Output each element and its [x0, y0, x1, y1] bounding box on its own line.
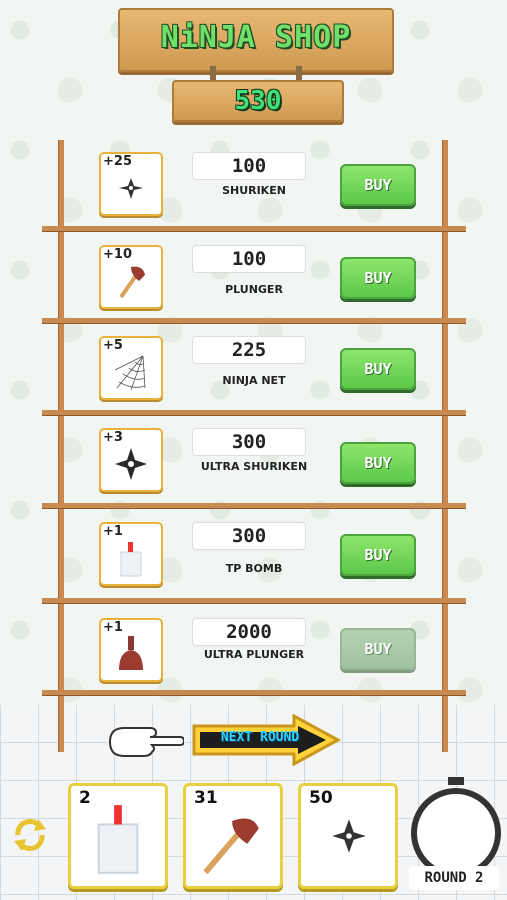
item-quantity: +25 — [103, 154, 132, 169]
buy-button-plunger[interactable]: BUY — [340, 257, 416, 299]
shop-item-plunger: +10 100 PLUNGER BUY — [0, 245, 507, 335]
item-name: TP BOMB — [225, 562, 283, 575]
item-price: 300 — [192, 428, 306, 456]
ultra-plunger-icon — [119, 636, 143, 670]
buy-button-ultra-plunger[interactable]: BUY — [340, 628, 416, 670]
shuriken-icon — [332, 819, 366, 853]
inventory-slot-shuriken[interactable]: 50 — [298, 783, 398, 889]
item-price: 2000 — [192, 618, 306, 646]
pointing-hand-icon — [108, 727, 184, 757]
item-name: SHURIKEN — [222, 184, 286, 197]
round-indicator: ROUND 2 — [409, 866, 499, 890]
item-quantity: +1 — [103, 524, 123, 539]
next-round-label: NEXT ROUND — [220, 730, 300, 745]
item-icon-box: +1 — [99, 522, 163, 586]
item-quantity: +3 — [103, 430, 123, 445]
shop-item-tp-bomb: +1 300 TP BOMB BUY — [0, 522, 507, 612]
tp-bomb-icon — [97, 805, 139, 874]
item-icon-box: +1 — [99, 618, 163, 682]
item-quantity: +10 — [103, 247, 132, 262]
plunger-icon — [203, 818, 259, 875]
item-price: 100 — [192, 152, 306, 180]
item-price: 100 — [192, 245, 306, 273]
shuriken-icon — [119, 178, 143, 199]
item-quantity: +1 — [103, 620, 123, 635]
item-name: ULTRA PLUNGER — [203, 648, 305, 661]
item-name: ULTRA SHURIKEN — [200, 460, 308, 473]
item-name: PLUNGER — [225, 283, 283, 296]
buy-button-tp-bomb[interactable]: BUY — [340, 534, 416, 576]
item-quantity: +5 — [103, 338, 123, 353]
inventory-slot-tp-bomb[interactable]: 2 — [68, 783, 168, 889]
shop-item-ninja-net: +5 225 NINJA NET BUY — [0, 336, 507, 426]
ninja-net-icon — [114, 355, 146, 391]
coin-counter-sign: 530 — [172, 80, 344, 122]
plunger-icon — [119, 266, 145, 299]
inventory-count: 50 — [309, 788, 333, 808]
buy-button-ultra-shuriken[interactable]: BUY — [340, 442, 416, 484]
item-icon-box: +3 — [99, 428, 163, 492]
shop-item-ultra-shuriken: +3 300 ULTRA SHURIKEN BUY — [0, 428, 507, 518]
item-price: 225 — [192, 336, 306, 364]
shop-title-sign: NiNJA SHOP — [118, 8, 394, 72]
next-round-button[interactable]: NEXT ROUND — [190, 714, 342, 766]
shop-item-shuriken: +25 100 SHURIKEN BUY — [0, 152, 507, 242]
item-price: 300 — [192, 522, 306, 550]
ultra-shuriken-icon — [115, 448, 147, 480]
item-name: NINJA NET — [222, 374, 286, 387]
shop-title: NiNJA SHOP — [160, 20, 352, 55]
item-icon-box: +25 — [99, 152, 163, 216]
refresh-icon[interactable] — [10, 815, 50, 855]
buy-button-ninja-net[interactable]: BUY — [340, 348, 416, 390]
inventory-slot-plunger[interactable]: 31 — [183, 783, 283, 889]
buy-button-shuriken[interactable]: BUY — [340, 164, 416, 206]
item-icon-box: +10 — [99, 245, 163, 309]
shop-item-ultra-plunger: +1 2000 ULTRA PLUNGER BUY — [0, 618, 507, 708]
item-icon-box: +5 — [99, 336, 163, 400]
tp-bomb-icon — [120, 542, 142, 577]
coin-counter: 530 — [234, 86, 282, 116]
